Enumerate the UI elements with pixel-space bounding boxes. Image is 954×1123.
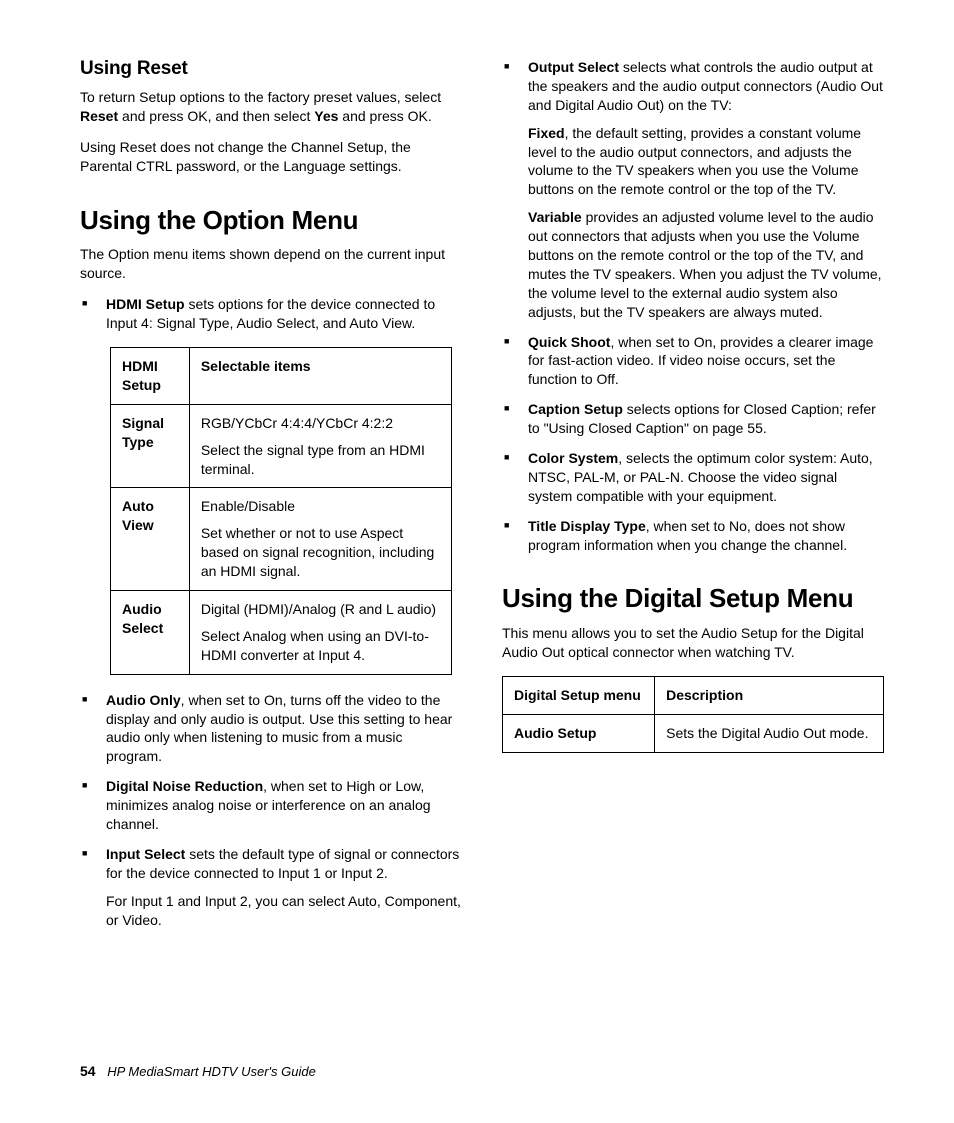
digital-setup-table: Digital Setup menu Description Audio Set… bbox=[502, 676, 884, 753]
table-header: HDMI Setup bbox=[111, 348, 190, 405]
bold-text: Fixed bbox=[528, 125, 565, 141]
table-cell: Sets the Digital Audio Out mode. bbox=[655, 715, 884, 753]
table-cell: Auto View bbox=[111, 488, 190, 591]
list-item-color-system: Color System, selects the optimum color … bbox=[520, 449, 884, 506]
bold-text: Color System bbox=[528, 450, 618, 466]
page-footer: 54 HP MediaSmart HDTV User's Guide bbox=[80, 1063, 316, 1079]
table-header: Description bbox=[655, 677, 884, 715]
bold-text: Audio Only bbox=[106, 692, 181, 708]
option-list-bottom: Audio Only, when set to On, turns off th… bbox=[80, 691, 462, 930]
text: To return Setup options to the factory p… bbox=[80, 89, 441, 105]
text: and press OK. bbox=[338, 108, 431, 124]
bold-text: HDMI Setup bbox=[106, 296, 185, 312]
option-list-right: Output Select selects what controls the … bbox=[502, 58, 884, 554]
list-item-dnr: Digital Noise Reduction, when set to Hig… bbox=[98, 777, 462, 834]
list-item-caption-setup: Caption Setup selects options for Closed… bbox=[520, 400, 884, 438]
list-item-hdmi-setup: HDMI Setup sets options for the device c… bbox=[98, 295, 462, 333]
text: Set whether or not to use Aspect based o… bbox=[201, 524, 440, 581]
heading-option-menu: Using the Option Menu bbox=[80, 206, 462, 236]
text: and press OK, and then select bbox=[118, 108, 314, 124]
bold-text: Yes bbox=[314, 108, 338, 124]
bold-text: Output Select bbox=[528, 59, 619, 75]
bold-text: Caption Setup bbox=[528, 401, 623, 417]
hdmi-setup-table: HDMI Setup Selectable items Signal Type … bbox=[110, 347, 452, 675]
table-header: Selectable items bbox=[189, 348, 451, 405]
table-cell: Signal Type bbox=[111, 404, 190, 488]
table-cell: Enable/Disable Set whether or not to use… bbox=[189, 488, 451, 591]
option-intro: The Option menu items shown depend on th… bbox=[80, 245, 462, 283]
text: Select Analog when using an DVI-to-HDMI … bbox=[201, 627, 440, 665]
list-item-audio-only: Audio Only, when set to On, turns off th… bbox=[98, 691, 462, 767]
list-item-title-display: Title Display Type, when set to No, does… bbox=[520, 517, 884, 555]
digital-intro: This menu allows you to set the Audio Se… bbox=[502, 624, 884, 662]
bold-text: Variable bbox=[528, 209, 582, 225]
list-item-quick-shoot: Quick Shoot, when set to On, provides a … bbox=[520, 333, 884, 390]
reset-paragraph-1: To return Setup options to the factory p… bbox=[80, 88, 462, 126]
heading-using-reset: Using Reset bbox=[80, 58, 462, 80]
text: Enable/Disable bbox=[201, 498, 295, 514]
bold-text: Input Select bbox=[106, 846, 185, 862]
text: RGB/YCbCr 4:4:4/YCbCr 4:2:2 bbox=[201, 415, 393, 431]
option-list-top: HDMI Setup sets options for the device c… bbox=[80, 295, 462, 333]
table-cell: Digital (HDMI)/Analog (R and L audio) Se… bbox=[189, 591, 451, 675]
left-column: Using Reset To return Setup options to t… bbox=[80, 58, 462, 941]
table-cell: Audio Setup bbox=[503, 715, 655, 753]
page-number: 54 bbox=[80, 1063, 96, 1079]
fixed-paragraph: Fixed, the default setting, provides a c… bbox=[528, 124, 884, 200]
variable-paragraph: Variable provides an adjusted volume lev… bbox=[528, 208, 884, 321]
text: provides an adjusted volume level to the… bbox=[528, 209, 882, 319]
table-cell: RGB/YCbCr 4:4:4/YCbCr 4:2:2 Select the s… bbox=[189, 404, 451, 488]
list-item-input-select: Input Select sets the default type of si… bbox=[98, 845, 462, 930]
text: , the default setting, provides a consta… bbox=[528, 125, 861, 198]
bold-text: Title Display Type bbox=[528, 518, 646, 534]
reset-paragraph-2: Using Reset does not change the Channel … bbox=[80, 138, 462, 176]
bold-text: Reset bbox=[80, 108, 118, 124]
bold-text: Digital Noise Reduction bbox=[106, 778, 263, 794]
bold-text: Quick Shoot bbox=[528, 334, 610, 350]
text: Select the signal type from an HDMI term… bbox=[201, 441, 440, 479]
text: Digital (HDMI)/Analog (R and L audio) bbox=[201, 601, 436, 617]
text: For Input 1 and Input 2, you can select … bbox=[106, 892, 462, 930]
heading-digital-setup: Using the Digital Setup Menu bbox=[502, 584, 884, 614]
document-title: HP MediaSmart HDTV User's Guide bbox=[107, 1064, 316, 1079]
page-body: Using Reset To return Setup options to t… bbox=[0, 0, 954, 991]
right-column: Output Select selects what controls the … bbox=[502, 58, 884, 941]
table-header: Digital Setup menu bbox=[503, 677, 655, 715]
list-item-output-select: Output Select selects what controls the … bbox=[520, 58, 884, 322]
table-cell: Audio Select bbox=[111, 591, 190, 675]
